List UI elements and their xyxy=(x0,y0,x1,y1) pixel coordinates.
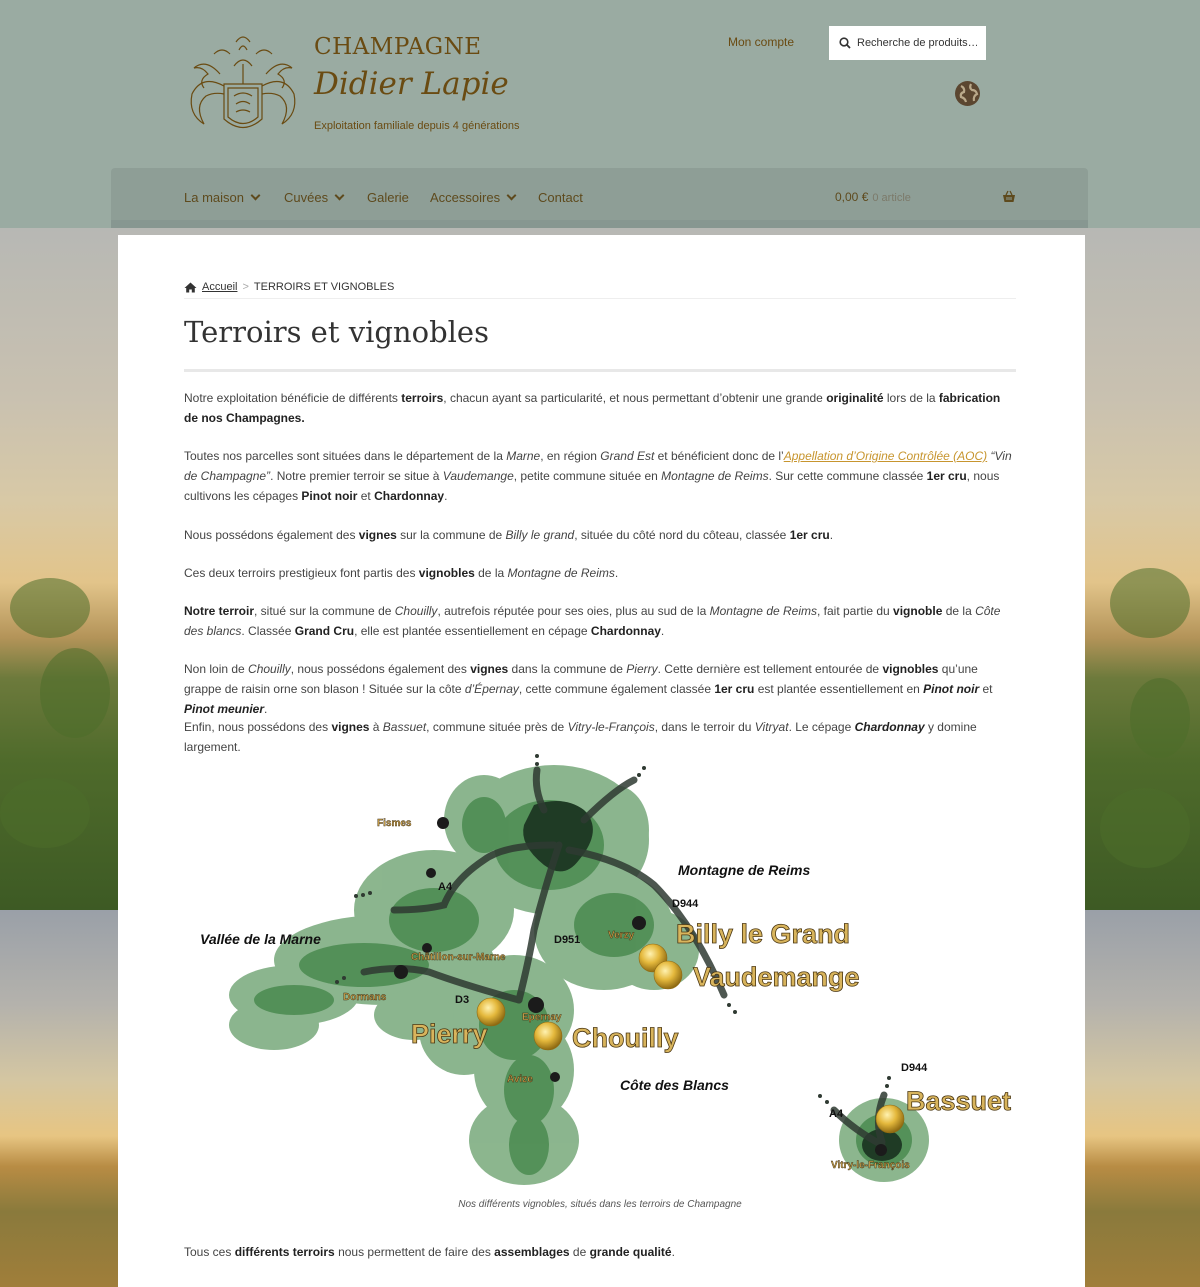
divider xyxy=(184,369,1016,372)
nav-label: Contact xyxy=(538,190,583,205)
nav-item-la-maison[interactable]: La maison xyxy=(184,190,261,205)
vineyard-label: Vaudemange xyxy=(693,962,860,992)
shopping-basket-icon[interactable] xyxy=(1002,190,1016,204)
vineyard-label: Pierry xyxy=(411,1019,488,1049)
cart-count: 0 article xyxy=(872,192,911,204)
cart-total: 0,00 € xyxy=(835,190,869,204)
nav-item-cuvees[interactable]: Cuvées xyxy=(284,190,345,205)
search-icon xyxy=(839,37,851,49)
closing-bold: assemblages xyxy=(494,1245,570,1259)
closing-paragraph: Tous ces différents terroirs nous permet… xyxy=(184,1242,1016,1262)
pierry-paragraph: Non loin de Chouilly, nous possédons éga… xyxy=(184,662,993,716)
breadcrumb-home-link[interactable]: Accueil xyxy=(202,281,237,293)
chevron-down-icon xyxy=(334,190,345,201)
nav-label: La maison xyxy=(184,190,244,205)
road-label: A4 xyxy=(438,881,453,893)
closing-text: . xyxy=(671,1245,675,1259)
map-caption: Nos différents vignobles, situés dans le… xyxy=(458,1199,742,1210)
chevron-down-icon xyxy=(250,190,261,201)
road-label: A4 xyxy=(829,1108,844,1120)
language-globe-icon[interactable] xyxy=(954,80,981,107)
region-label: Côte des Blancs xyxy=(620,1077,729,1093)
divider xyxy=(184,298,1016,299)
vineyard-marker[interactable] xyxy=(653,960,683,990)
nav-label: Cuvées xyxy=(284,190,329,205)
closing-bold: grande qualité xyxy=(589,1245,672,1259)
vineyard-label: Chouilly xyxy=(572,1023,679,1053)
chevron-down-icon xyxy=(506,190,517,201)
closing-text: Tous ces xyxy=(184,1245,235,1259)
nav-label: Galerie xyxy=(367,190,409,205)
brand-name-line1[interactable]: CHAMPAGNE xyxy=(314,34,482,60)
vineyard-marker[interactable] xyxy=(875,1104,905,1134)
my-account-link[interactable]: Mon compte xyxy=(728,35,794,49)
town-label: Fismes xyxy=(377,818,412,829)
appellation-paragraph: Toutes nos parcelles sont situées dans l… xyxy=(184,449,1012,503)
breadcrumb: Accueil > TERROIRS ET VIGNOBLES xyxy=(184,281,394,293)
town-label: Châtillon-sur-Marne xyxy=(411,952,506,963)
closing-bold: différents terroirs xyxy=(234,1245,335,1259)
montagne-paragraph: Ces deux terroirs prestigieux font parti… xyxy=(184,566,619,580)
site-header: CHAMPAGNE Didier Lapie Exploitation fami… xyxy=(0,0,1200,228)
region-label: Vallée de la Marne xyxy=(200,931,321,947)
intro-paragraph: Notre exploitation bénéficie de différen… xyxy=(184,391,1001,425)
main-navigation: La maison Cuvées Galerie Accessoires Con… xyxy=(111,168,1088,228)
town-label: Verzy xyxy=(608,930,635,941)
road-label: D3 xyxy=(455,994,469,1006)
site-tagline: Exploitation familiale depuis 4 générati… xyxy=(314,120,520,132)
nav-item-contact[interactable]: Contact xyxy=(538,190,583,205)
search-input[interactable] xyxy=(857,37,977,49)
product-search-box[interactable] xyxy=(829,26,986,60)
closing-text: nous permettent de faire des xyxy=(334,1245,495,1259)
main-content: Accueil > TERROIRS ET VIGNOBLES Terroirs… xyxy=(118,235,1085,1287)
aoc-link[interactable]: Appellation d’Origine Contrôlée (AOC) xyxy=(784,449,987,463)
town-label: Epernay xyxy=(522,1012,562,1023)
region-label: Montagne de Reims xyxy=(678,862,810,878)
town-label: Vitry-le-François xyxy=(831,1160,910,1171)
page-title: Terroirs et vignobles xyxy=(184,315,489,349)
road-label: D944 xyxy=(672,898,699,910)
family-crest-logo[interactable] xyxy=(184,24,302,142)
vineyards-map: Montagne de Reims Vallée de la Marne Côt… xyxy=(200,754,1011,1185)
cart-summary[interactable]: 0,00 €0 article xyxy=(835,190,911,204)
road-label: D951 xyxy=(554,934,580,946)
town-label: Dormans xyxy=(343,992,387,1003)
nav-item-accessoires[interactable]: Accessoires xyxy=(430,190,517,205)
breadcrumb-current: TERROIRS ET VIGNOBLES xyxy=(253,281,395,293)
town-label: Avize xyxy=(507,1074,533,1085)
nav-item-galerie[interactable]: Galerie xyxy=(367,190,409,205)
closing-text: de xyxy=(569,1245,590,1259)
vineyard-label: Billy le Grand xyxy=(676,919,850,949)
breadcrumb-separator: > xyxy=(242,281,249,293)
road-label: D944 xyxy=(901,1062,928,1074)
chouilly-paragraph: Notre terroir, situé sur la commune de C… xyxy=(184,604,1001,638)
brand-name-line2[interactable]: Didier Lapie xyxy=(314,66,509,102)
billy-paragraph: Nous possédons également des vignes sur … xyxy=(184,528,834,542)
home-icon[interactable] xyxy=(184,282,197,293)
vineyard-label: Bassuet xyxy=(906,1086,1011,1116)
nav-label: Accessoires xyxy=(430,190,501,205)
vineyard-marker[interactable] xyxy=(533,1021,563,1051)
